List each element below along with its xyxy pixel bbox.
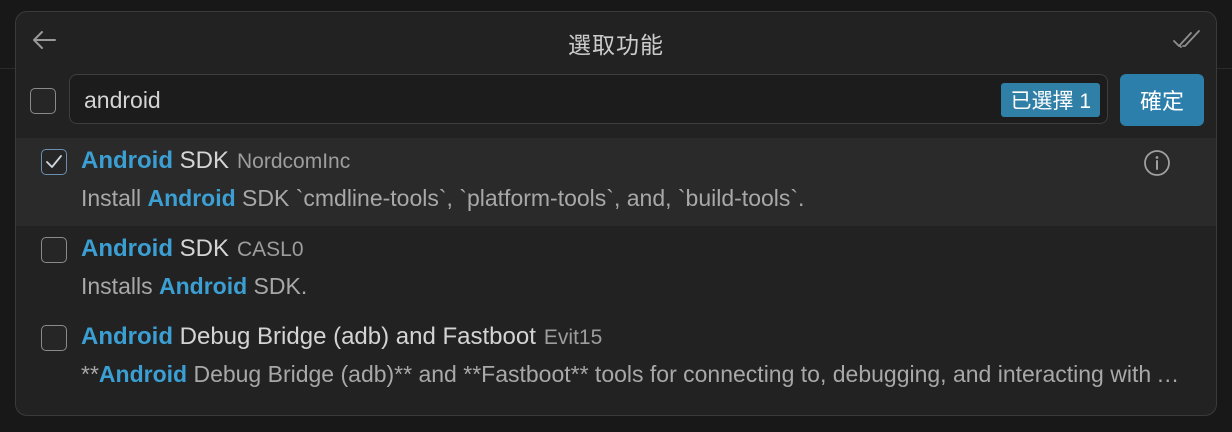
title-bar: 選取功能	[16, 12, 1216, 70]
list-item[interactable]: Android SDK NordcomInc Install Android SD…	[16, 138, 1216, 226]
item-description: Install Android SDK `cmdline-tools`, `pl…	[81, 185, 1186, 212]
item-title: Android Debug Bridge (adb) and Fastboot E…	[81, 323, 602, 351]
item-checkbox[interactable]	[41, 237, 67, 263]
item-title: Android SDK NordcomInc	[81, 147, 350, 175]
item-description: Installs Android SDK.	[81, 273, 1186, 300]
desc-prefix: Install	[81, 185, 148, 211]
ok-button[interactable]: 確定	[1120, 74, 1204, 126]
desc-prefix: **	[81, 361, 99, 387]
item-checkbox[interactable]	[41, 149, 67, 175]
item-publisher: Evit15	[543, 326, 603, 349]
title-match: Android	[81, 235, 173, 262]
search-row: 已選擇 1 確定	[16, 74, 1216, 126]
search-input[interactable]	[82, 83, 986, 117]
ok-all-button[interactable]	[1170, 26, 1204, 54]
desc-text: SDK `cmdline-tools`, `platform-tools`, a…	[235, 185, 805, 211]
item-checkbox[interactable]	[41, 325, 67, 351]
item-publisher: NordcomInc	[237, 150, 351, 173]
check-icon	[46, 155, 62, 168]
info-icon[interactable]	[1142, 148, 1172, 178]
check-all-icon	[1173, 30, 1200, 48]
title-text: Debug Bridge (adb) and Fastboot	[172, 323, 536, 350]
title-text: SDK	[172, 147, 229, 174]
desc-match: Android	[98, 361, 188, 387]
list-item[interactable]: Android SDK CASL0 Installs Android SDK.	[16, 226, 1216, 314]
desc-text: SDK.	[247, 273, 308, 299]
dialog-title: 選取功能	[568, 32, 664, 58]
title-match: Android	[81, 323, 173, 350]
item-publisher: CASL0	[237, 238, 304, 261]
desc-text: Debug Bridge (adb)** and **Fastboot** to…	[193, 361, 1186, 387]
selected-count-badge: 已選擇 1	[1001, 83, 1100, 117]
desc-match: Android	[158, 273, 248, 299]
title-text: SDK	[172, 235, 229, 262]
list-item[interactable]: Android Debug Bridge (adb) and Fastboot E…	[16, 314, 1216, 402]
item-title: Android SDK CASL0	[81, 235, 304, 263]
item-description: **Android Debug Bridge (adb)** and **Fas…	[81, 361, 1186, 388]
search-box: 已選擇 1	[69, 74, 1108, 124]
desc-match: Android	[147, 185, 236, 211]
feature-picker-dialog: 選取功能 已選擇 1 確定 Android SDK NordcomInc	[15, 11, 1217, 416]
select-all-checkbox[interactable]	[30, 88, 56, 114]
title-match: Android	[81, 147, 173, 174]
desc-prefix: Installs	[81, 273, 159, 299]
